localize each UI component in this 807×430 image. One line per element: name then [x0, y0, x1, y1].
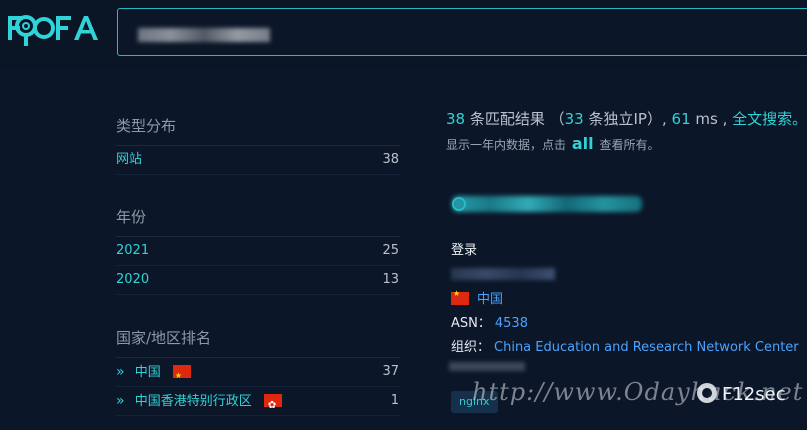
result-country-label[interactable]: 中国: [477, 292, 503, 307]
facet-item-label[interactable]: 网站: [116, 152, 142, 167]
wechat-badge-icon: [697, 383, 717, 403]
fofa-logo[interactable]: [6, 8, 106, 52]
facet-title: 类型分布: [116, 117, 177, 135]
hk-flag-icon: [263, 392, 282, 420]
cn-flag-icon: [451, 289, 469, 305]
result-country[interactable]: 中国: [451, 288, 503, 307]
all-link[interactable]: all: [572, 134, 594, 153]
watermark-label: F12sec: [722, 384, 786, 405]
results-summary: 38 条匹配结果 （33 条独立IP）, 61 ms , 全文搜索。: [446, 108, 807, 129]
facet-item-2020[interactable]: 2020 13: [116, 266, 400, 295]
hint-prefix: 显示一年内数据，点击: [446, 138, 567, 152]
result-org: 组织： China Education and Research Network …: [451, 336, 799, 355]
facet-year: 年份 2021 25 2020 13: [116, 205, 400, 295]
facet-item-label[interactable]: 中国: [135, 365, 161, 380]
facet-item-label[interactable]: 2020: [116, 272, 149, 287]
facet-item-count: 13: [382, 272, 399, 287]
search-input[interactable]: [118, 9, 807, 57]
fofa-logo-icon: [8, 15, 98, 46]
top-header: [0, 0, 807, 68]
facet-item-count: 38: [382, 152, 399, 167]
org-label: 组织：: [451, 340, 491, 355]
results-hint: 显示一年内数据，点击 all 查看所有。: [446, 134, 659, 153]
asn-value[interactable]: 4538: [495, 316, 528, 331]
org-value[interactable]: China Education and Research Network Cen…: [494, 340, 799, 355]
search-box[interactable]: [117, 8, 807, 57]
facet-item-hongkong[interactable]: » 中国香港特别行政区 1: [116, 387, 400, 420]
cn-flag-icon: [172, 362, 191, 390]
facet-item-2021[interactable]: 2021 25: [116, 237, 400, 266]
facet-item-count: 1: [390, 393, 399, 408]
query-time: 61: [671, 110, 691, 128]
link-icon: [452, 197, 466, 211]
result-title: 登录: [451, 243, 478, 258]
total-suffix: 条匹配结果 （: [465, 110, 565, 128]
asn-label: ASN：: [451, 316, 491, 331]
facet-item-count: 25: [382, 243, 399, 258]
facet-item-count: 37: [382, 364, 399, 379]
facet-item-label[interactable]: 中国香港特别行政区: [135, 394, 252, 409]
facet-country: 国家/地区排名 » 中国 37 » 中国香港特别行政区 1: [116, 326, 400, 420]
facet-item-website[interactable]: 网站 38: [116, 146, 400, 175]
hint-suffix: 查看所有。: [599, 138, 660, 152]
facet-type: 类型分布 网站 38: [116, 114, 400, 175]
time-suffix: ms ,: [690, 110, 728, 128]
unique-ip-count: 33: [564, 110, 584, 128]
facet-item-label[interactable]: 2021: [116, 243, 149, 258]
double-chevron-right-icon[interactable]: »: [116, 364, 125, 380]
facet-title: 国家/地区排名: [116, 329, 212, 347]
redacted-host-link[interactable]: [452, 196, 642, 212]
redacted-ip[interactable]: [451, 268, 555, 280]
double-chevron-right-icon[interactable]: »: [116, 393, 125, 409]
facet-item-china[interactable]: » 中国 37: [116, 358, 400, 390]
unique-ip-suffix: 条独立IP）,: [583, 110, 667, 128]
result-asn: ASN： 4538: [451, 312, 528, 331]
redacted-info: [449, 362, 525, 371]
fulltext-search-link[interactable]: 全文搜索。: [732, 110, 807, 128]
facet-title: 年份: [116, 208, 147, 226]
total-count: 38: [446, 110, 466, 128]
